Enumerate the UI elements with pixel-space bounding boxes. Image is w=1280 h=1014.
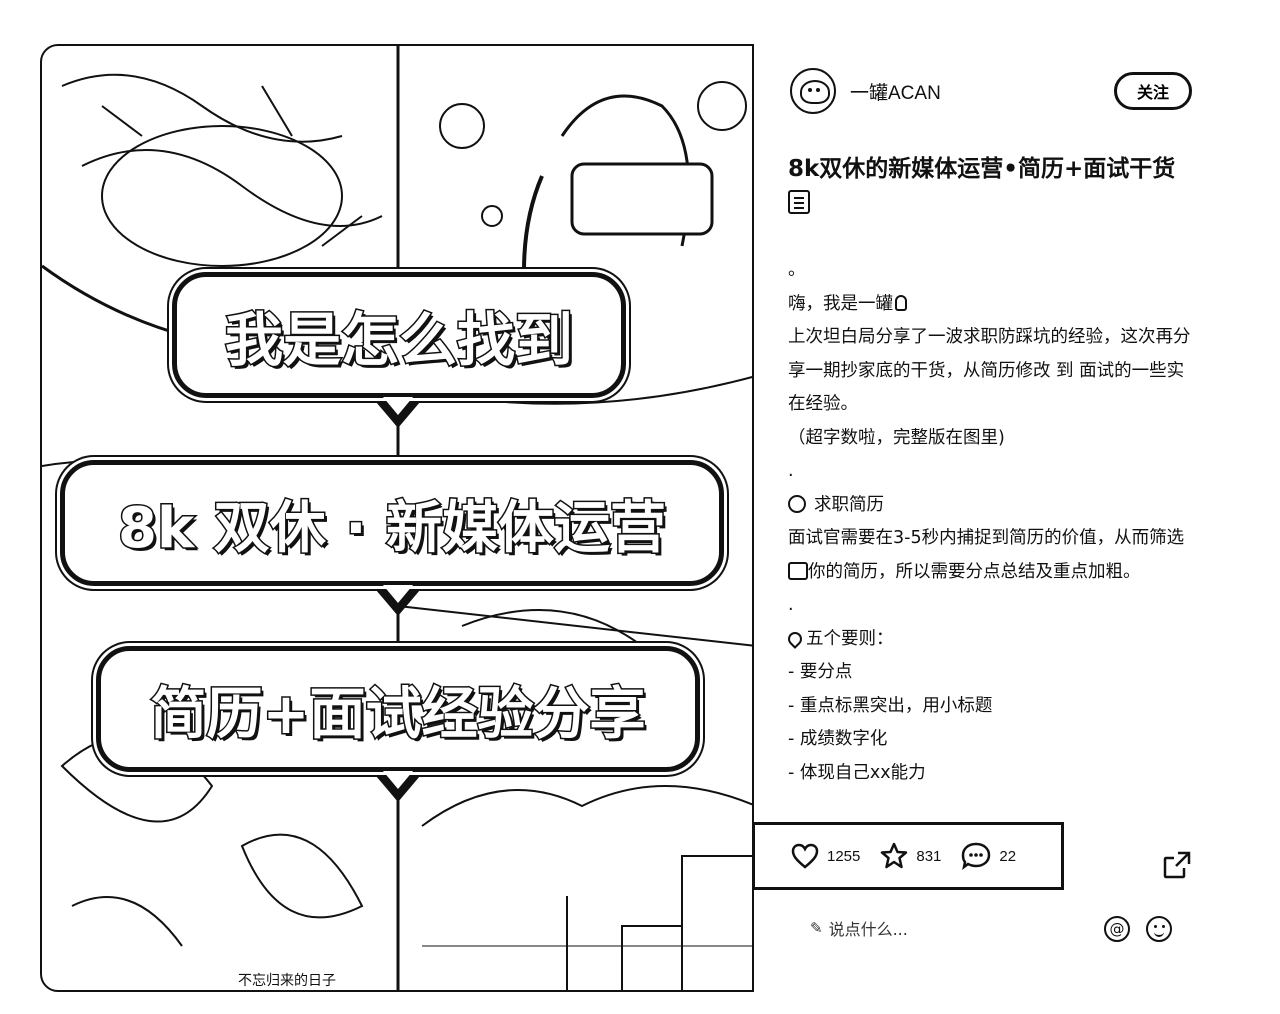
bubble-tail-2 [376,585,420,616]
avatar[interactable] [790,68,836,114]
comment-input[interactable]: ✎ 说点什么... [810,916,908,940]
collect-count: 831 [916,847,942,865]
headline-text-3: 简历+面试经验分享 [149,680,647,748]
body-line: 。 [788,260,806,280]
pencil-icon: ✎ [810,919,823,937]
mention-at-icon[interactable]: @ [1104,916,1130,942]
list-item: - 要分点 [788,662,853,682]
memo-icon [788,190,810,214]
engagement-bar: 1255 831 22 [752,822,1064,890]
post-title-text: 8k双休的新媒体运营•简历+面试干货 [788,156,1176,182]
follow-button[interactable]: 关注 [1114,72,1192,110]
bubble-tail-3 [376,771,420,802]
star-icon [881,842,908,869]
headline-text-2: 8k 双休 · 新媒体运营 [117,494,668,562]
pin-icon [788,628,805,649]
section-heading: 求职简历 [788,489,1200,523]
body-line: 面试官需要在3-5秒内捕捉到简历的价值，从而筛选你的简历，所以需要分点总结及重点… [788,528,1185,582]
chat-bubble-icon [962,842,991,870]
image-caption: 不忘归来的日子 [232,970,342,990]
list-item: - 成绩数字化 [788,729,888,749]
author-info[interactable]: 一罐ACAN [790,68,941,114]
post-image[interactable]: 我是怎么找到 8k 双休 · 新媒体运营 简历+面试经验分享 不忘归来的日子 [40,44,754,992]
collect-button[interactable]: 831 [880,842,941,870]
body-line: . [788,595,794,615]
headline-bubble-2: 8k 双休 · 新媒体运营 [60,460,724,586]
comment-count: 22 [999,847,1017,865]
share-icon[interactable] [1162,850,1192,880]
post-detail-panel: 一罐ACAN 关注 8k双休的新媒体运营•简历+面试干货 。 嗨，我是一罐 上次… [752,44,1234,992]
comment-button[interactable]: 22 [961,842,1016,870]
heart-icon [791,843,819,869]
body-line: （超字数啦，完整版在图里) [788,427,1005,448]
bubble-tail-1 [376,397,420,428]
like-button[interactable]: 1255 [791,843,860,869]
body-line: 上次坦白局分享了一波求职防踩坑的经验，这次再分享一期抄家底的干货，从简历修改 到… [788,327,1191,414]
list-item: - 体现自己xx能力 [788,762,926,783]
post-body: 。 嗨，我是一罐 上次坦白局分享了一波求职防踩坑的经验，这次再分享一期抄家底的干… [788,254,1200,812]
author-name[interactable]: 一罐ACAN [850,78,941,105]
like-count: 1255 [827,847,861,865]
comment-placeholder: 说点什么... [828,920,908,939]
body-line: . [788,461,794,481]
emoji-icon[interactable] [1146,916,1172,942]
can-icon [895,294,907,311]
section-heading: 五个要则： [788,623,1200,657]
list-item: - 重点标黑突出，用小标题 [788,695,993,716]
body-line: 嗨，我是一罐 [788,288,1200,322]
headline-bubble-1: 我是怎么找到 [172,272,626,398]
post-title: 8k双休的新媒体运营•简历+面试干货 [788,152,1198,220]
box-icon [788,561,808,580]
headline-bubble-3: 简历+面试经验分享 [96,646,700,772]
circle-icon [788,494,806,513]
headline-text-1: 我是怎么找到 [223,305,574,376]
